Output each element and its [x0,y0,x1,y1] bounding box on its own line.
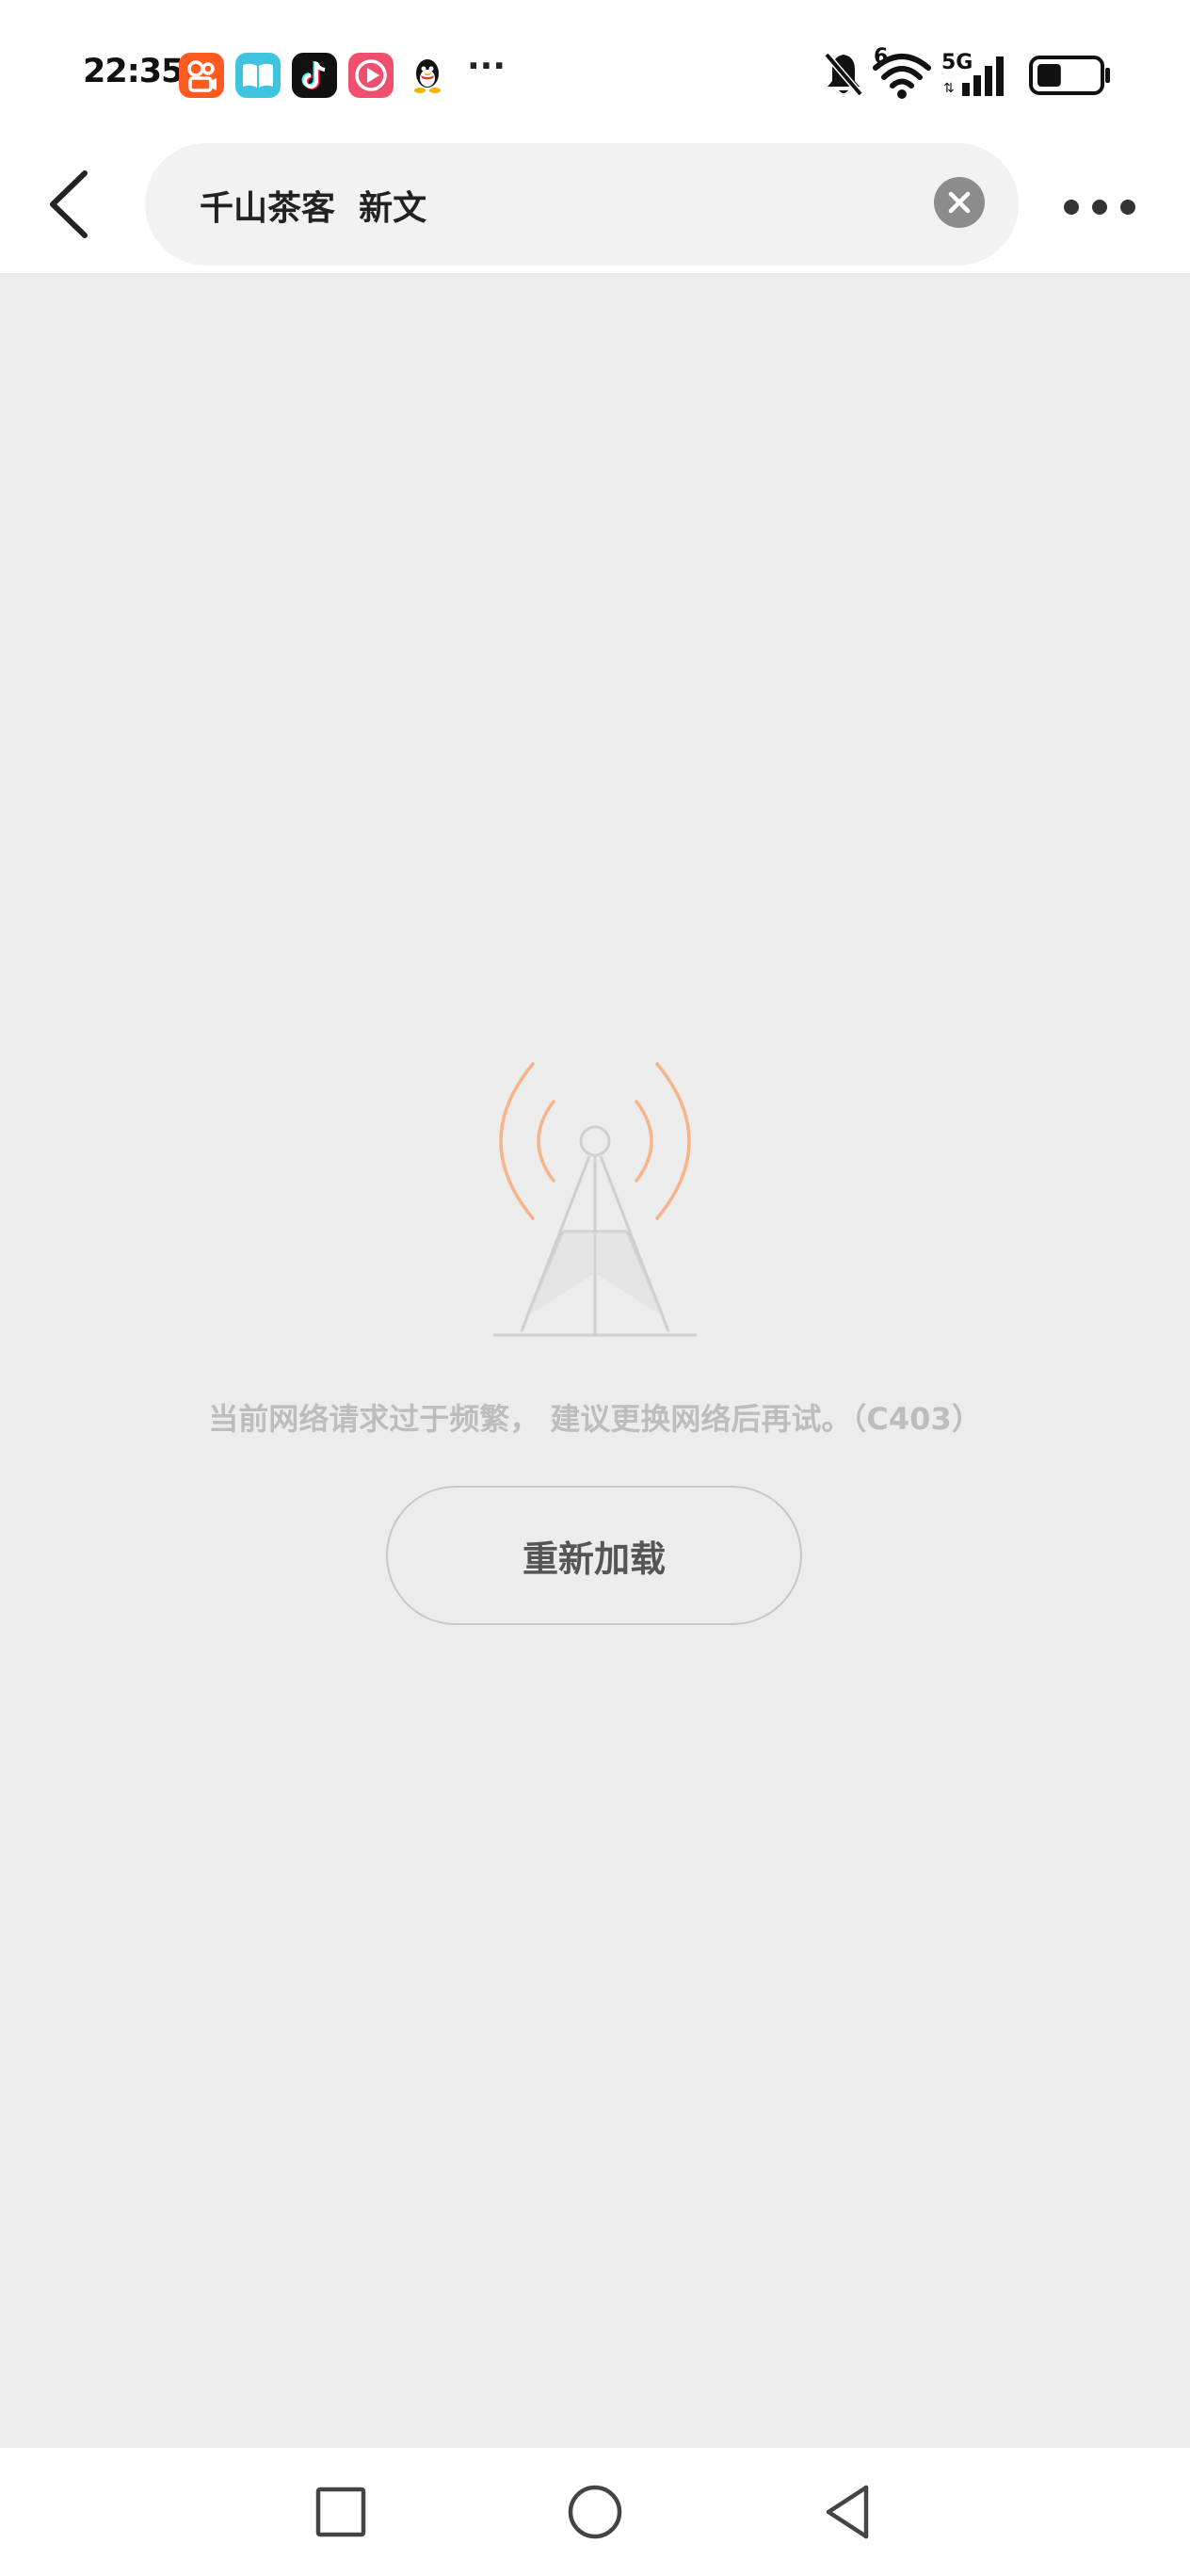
more-dot-icon [1120,200,1135,215]
reload-button[interactable]: 重新加载 [386,1486,802,1625]
kuaishou-app-icon [179,53,224,98]
search-box[interactable]: 千山茶客 新文 [145,143,1019,266]
top-bar: 千山茶客 新文 [0,143,1190,273]
mute-bell-icon [824,52,863,97]
back-button[interactable] [34,162,109,247]
signal-strength-icon: ⇅ [943,56,1004,96]
status-time: 22:35 [83,53,184,90]
svg-text:⇅: ⇅ [943,81,955,96]
more-notifications-icon: ··· [467,47,507,86]
wifi-badge: 6 [874,45,889,69]
reader-app-icon [235,53,281,98]
close-icon [948,191,971,214]
home-button[interactable] [557,2474,633,2550]
error-message: 当前网络请求过于频繁， 建议更换网络后再试。（C403） [208,1401,982,1437]
video-app-icon [348,53,394,98]
qq-app-icon [405,53,450,98]
page-content: 当前网络请求过于频繁， 建议更换网络后再试。（C403） 重新加载 [0,275,1190,2448]
more-dot-icon [1064,200,1079,215]
more-options-button[interactable] [1054,177,1149,233]
chevron-left-icon [50,170,88,238]
douyin-app-icon [292,53,337,98]
recents-square-icon [315,2487,366,2537]
signal-tower-icon [493,1062,697,1337]
recents-button[interactable] [303,2474,378,2550]
battery-fill [1037,64,1061,87]
back-nav-button[interactable] [812,2474,887,2550]
battery-icon [1029,56,1110,95]
back-triangle-icon [826,2485,869,2539]
clear-search-button[interactable] [934,177,985,228]
system-navigation-bar [0,2448,1190,2576]
status-bar: 22:35 ··· 6 5G ⇅ [0,0,1190,143]
home-circle-icon [568,2485,622,2539]
search-query-text: 千山茶客 新文 [200,189,427,228]
more-dot-icon [1092,200,1107,215]
